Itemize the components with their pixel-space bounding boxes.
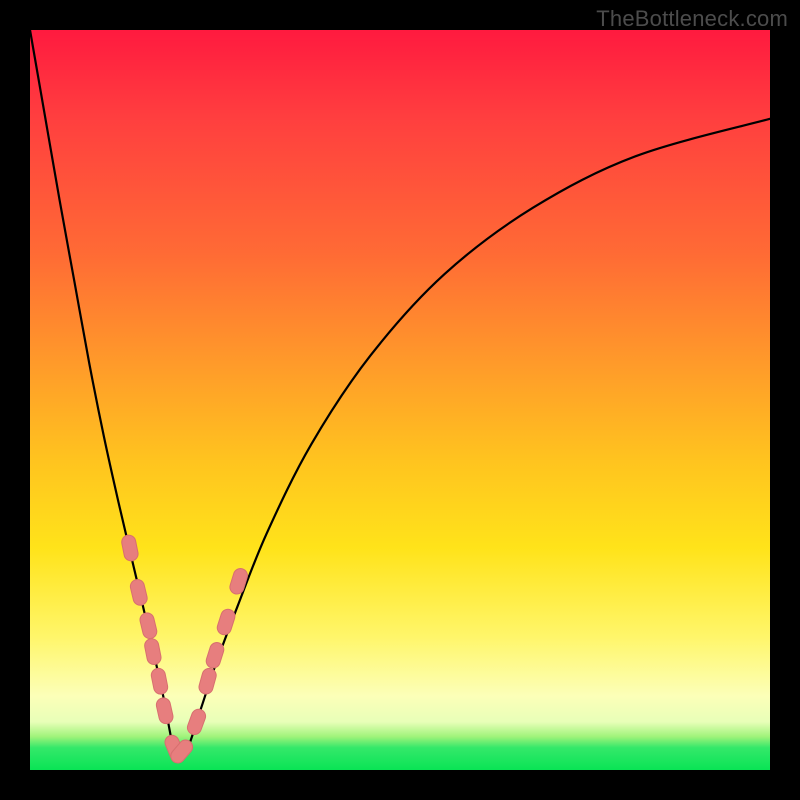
curve-marker [120, 534, 139, 562]
curve-marker [197, 667, 217, 696]
marker-group [120, 534, 249, 766]
bottleneck-curve [30, 30, 770, 760]
curve-svg [30, 30, 770, 770]
curve-marker [185, 707, 207, 736]
curve-marker [150, 667, 169, 695]
plot-area [30, 30, 770, 770]
curve-marker [204, 641, 225, 670]
chart-stage: TheBottleneck.com [0, 0, 800, 800]
curve-marker [215, 607, 236, 636]
curve-marker [228, 567, 249, 596]
curve-marker [155, 697, 174, 725]
curve-marker [129, 578, 149, 607]
watermark-text: TheBottleneck.com [596, 6, 788, 32]
curve-marker [139, 611, 159, 640]
curve-marker [143, 637, 162, 665]
